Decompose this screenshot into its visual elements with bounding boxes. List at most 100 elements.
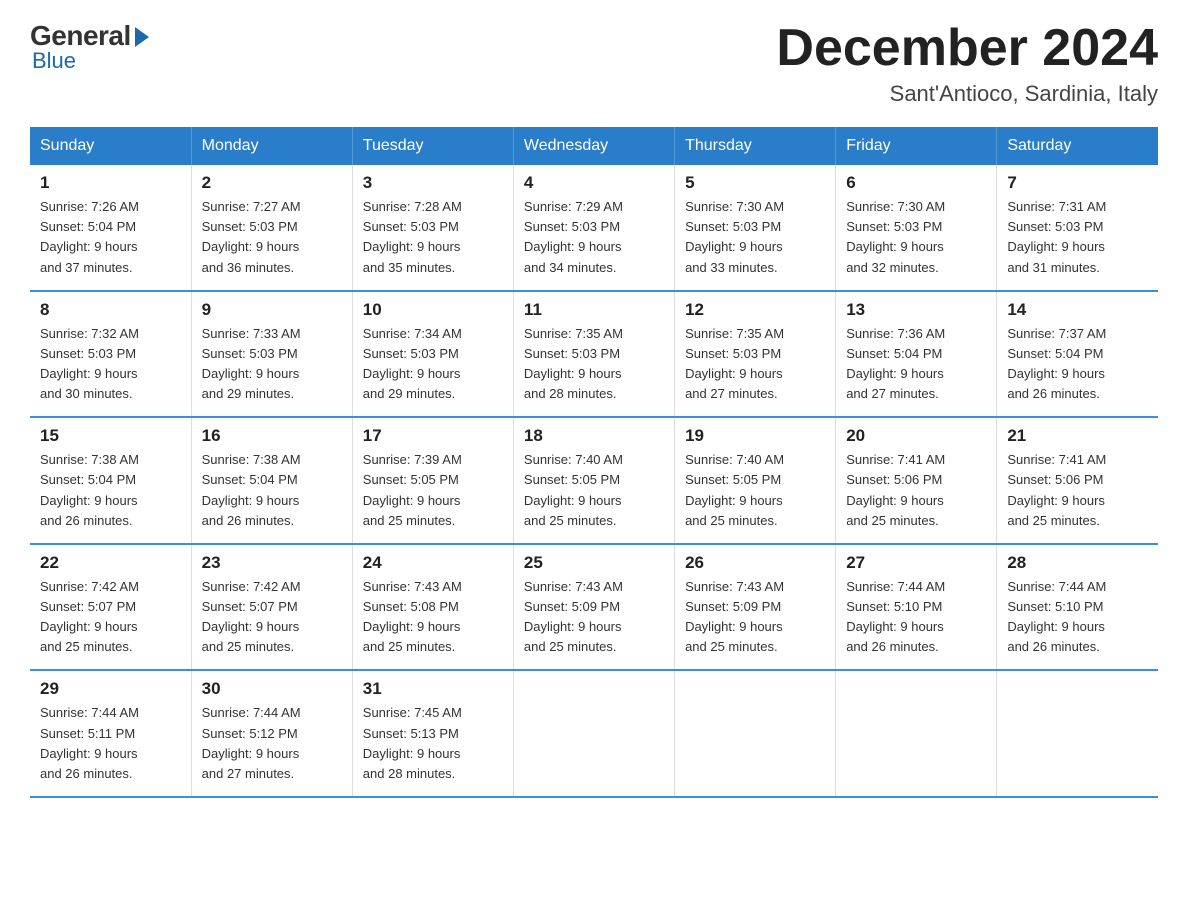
header-tuesday: Tuesday xyxy=(352,127,513,165)
calendar-cell: 28 Sunrise: 7:44 AMSunset: 5:10 PMDaylig… xyxy=(997,544,1158,671)
calendar-cell xyxy=(513,670,674,797)
logo-arrow-icon xyxy=(135,27,149,47)
day-info: Sunrise: 7:37 AMSunset: 5:04 PMDaylight:… xyxy=(1007,324,1148,405)
calendar-week-row: 29 Sunrise: 7:44 AMSunset: 5:11 PMDaylig… xyxy=(30,670,1158,797)
calendar-cell: 27 Sunrise: 7:44 AMSunset: 5:10 PMDaylig… xyxy=(836,544,997,671)
logo-blue-text: Blue xyxy=(32,48,76,74)
day-info: Sunrise: 7:42 AMSunset: 5:07 PMDaylight:… xyxy=(40,577,181,658)
day-number: 6 xyxy=(846,173,986,193)
day-number: 5 xyxy=(685,173,825,193)
day-number: 30 xyxy=(202,679,342,699)
calendar-cell: 12 Sunrise: 7:35 AMSunset: 5:03 PMDaylig… xyxy=(675,291,836,418)
day-info: Sunrise: 7:41 AMSunset: 5:06 PMDaylight:… xyxy=(1007,450,1148,531)
day-number: 9 xyxy=(202,300,342,320)
calendar-cell: 24 Sunrise: 7:43 AMSunset: 5:08 PMDaylig… xyxy=(352,544,513,671)
day-number: 24 xyxy=(363,553,503,573)
calendar-cell: 15 Sunrise: 7:38 AMSunset: 5:04 PMDaylig… xyxy=(30,417,191,544)
day-number: 25 xyxy=(524,553,664,573)
day-info: Sunrise: 7:28 AMSunset: 5:03 PMDaylight:… xyxy=(363,197,503,278)
day-number: 27 xyxy=(846,553,986,573)
calendar-week-row: 15 Sunrise: 7:38 AMSunset: 5:04 PMDaylig… xyxy=(30,417,1158,544)
calendar-cell: 13 Sunrise: 7:36 AMSunset: 5:04 PMDaylig… xyxy=(836,291,997,418)
day-number: 26 xyxy=(685,553,825,573)
day-info: Sunrise: 7:45 AMSunset: 5:13 PMDaylight:… xyxy=(363,703,503,784)
calendar-cell xyxy=(675,670,836,797)
calendar-cell: 18 Sunrise: 7:40 AMSunset: 5:05 PMDaylig… xyxy=(513,417,674,544)
calendar-header: Sunday Monday Tuesday Wednesday Thursday… xyxy=(30,127,1158,165)
calendar-week-row: 22 Sunrise: 7:42 AMSunset: 5:07 PMDaylig… xyxy=(30,544,1158,671)
day-number: 22 xyxy=(40,553,181,573)
calendar-body: 1 Sunrise: 7:26 AMSunset: 5:04 PMDayligh… xyxy=(30,165,1158,797)
header-monday: Monday xyxy=(191,127,352,165)
calendar-cell: 17 Sunrise: 7:39 AMSunset: 5:05 PMDaylig… xyxy=(352,417,513,544)
day-info: Sunrise: 7:44 AMSunset: 5:10 PMDaylight:… xyxy=(846,577,986,658)
calendar-week-row: 1 Sunrise: 7:26 AMSunset: 5:04 PMDayligh… xyxy=(30,165,1158,291)
day-info: Sunrise: 7:43 AMSunset: 5:08 PMDaylight:… xyxy=(363,577,503,658)
day-number: 15 xyxy=(40,426,181,446)
calendar-cell: 23 Sunrise: 7:42 AMSunset: 5:07 PMDaylig… xyxy=(191,544,352,671)
day-number: 10 xyxy=(363,300,503,320)
day-number: 23 xyxy=(202,553,342,573)
day-number: 4 xyxy=(524,173,664,193)
day-number: 28 xyxy=(1007,553,1148,573)
calendar-cell: 9 Sunrise: 7:33 AMSunset: 5:03 PMDayligh… xyxy=(191,291,352,418)
day-info: Sunrise: 7:27 AMSunset: 5:03 PMDaylight:… xyxy=(202,197,342,278)
day-info: Sunrise: 7:26 AMSunset: 5:04 PMDaylight:… xyxy=(40,197,181,278)
day-info: Sunrise: 7:43 AMSunset: 5:09 PMDaylight:… xyxy=(524,577,664,658)
day-info: Sunrise: 7:44 AMSunset: 5:10 PMDaylight:… xyxy=(1007,577,1148,658)
day-number: 31 xyxy=(363,679,503,699)
day-number: 17 xyxy=(363,426,503,446)
calendar-cell: 14 Sunrise: 7:37 AMSunset: 5:04 PMDaylig… xyxy=(997,291,1158,418)
header-friday: Friday xyxy=(836,127,997,165)
title-section: December 2024 Sant'Antioco, Sardinia, It… xyxy=(776,20,1158,107)
calendar-week-row: 8 Sunrise: 7:32 AMSunset: 5:03 PMDayligh… xyxy=(30,291,1158,418)
day-info: Sunrise: 7:44 AMSunset: 5:12 PMDaylight:… xyxy=(202,703,342,784)
day-number: 14 xyxy=(1007,300,1148,320)
day-info: Sunrise: 7:38 AMSunset: 5:04 PMDaylight:… xyxy=(202,450,342,531)
day-info: Sunrise: 7:30 AMSunset: 5:03 PMDaylight:… xyxy=(685,197,825,278)
day-number: 29 xyxy=(40,679,181,699)
calendar-cell: 20 Sunrise: 7:41 AMSunset: 5:06 PMDaylig… xyxy=(836,417,997,544)
day-info: Sunrise: 7:32 AMSunset: 5:03 PMDaylight:… xyxy=(40,324,181,405)
day-info: Sunrise: 7:30 AMSunset: 5:03 PMDaylight:… xyxy=(846,197,986,278)
day-info: Sunrise: 7:40 AMSunset: 5:05 PMDaylight:… xyxy=(685,450,825,531)
day-number: 7 xyxy=(1007,173,1148,193)
calendar-cell: 29 Sunrise: 7:44 AMSunset: 5:11 PMDaylig… xyxy=(30,670,191,797)
calendar-cell: 19 Sunrise: 7:40 AMSunset: 5:05 PMDaylig… xyxy=(675,417,836,544)
calendar-cell: 31 Sunrise: 7:45 AMSunset: 5:13 PMDaylig… xyxy=(352,670,513,797)
location-subtitle: Sant'Antioco, Sardinia, Italy xyxy=(776,81,1158,107)
day-info: Sunrise: 7:42 AMSunset: 5:07 PMDaylight:… xyxy=(202,577,342,658)
calendar-cell: 26 Sunrise: 7:43 AMSunset: 5:09 PMDaylig… xyxy=(675,544,836,671)
day-info: Sunrise: 7:35 AMSunset: 5:03 PMDaylight:… xyxy=(685,324,825,405)
month-year-title: December 2024 xyxy=(776,20,1158,77)
day-number: 11 xyxy=(524,300,664,320)
calendar-cell: 2 Sunrise: 7:27 AMSunset: 5:03 PMDayligh… xyxy=(191,165,352,291)
header-thursday: Thursday xyxy=(675,127,836,165)
day-number: 8 xyxy=(40,300,181,320)
calendar-cell: 30 Sunrise: 7:44 AMSunset: 5:12 PMDaylig… xyxy=(191,670,352,797)
calendar-cell: 4 Sunrise: 7:29 AMSunset: 5:03 PMDayligh… xyxy=(513,165,674,291)
header-saturday: Saturday xyxy=(997,127,1158,165)
calendar-cell xyxy=(836,670,997,797)
day-info: Sunrise: 7:31 AMSunset: 5:03 PMDaylight:… xyxy=(1007,197,1148,278)
day-info: Sunrise: 7:36 AMSunset: 5:04 PMDaylight:… xyxy=(846,324,986,405)
day-number: 16 xyxy=(202,426,342,446)
day-info: Sunrise: 7:41 AMSunset: 5:06 PMDaylight:… xyxy=(846,450,986,531)
day-number: 21 xyxy=(1007,426,1148,446)
calendar-cell xyxy=(997,670,1158,797)
calendar-cell: 22 Sunrise: 7:42 AMSunset: 5:07 PMDaylig… xyxy=(30,544,191,671)
day-info: Sunrise: 7:44 AMSunset: 5:11 PMDaylight:… xyxy=(40,703,181,784)
day-info: Sunrise: 7:35 AMSunset: 5:03 PMDaylight:… xyxy=(524,324,664,405)
header-wednesday: Wednesday xyxy=(513,127,674,165)
calendar-cell: 16 Sunrise: 7:38 AMSunset: 5:04 PMDaylig… xyxy=(191,417,352,544)
calendar-cell: 10 Sunrise: 7:34 AMSunset: 5:03 PMDaylig… xyxy=(352,291,513,418)
day-number: 12 xyxy=(685,300,825,320)
day-number: 2 xyxy=(202,173,342,193)
header-sunday: Sunday xyxy=(30,127,191,165)
calendar-cell: 11 Sunrise: 7:35 AMSunset: 5:03 PMDaylig… xyxy=(513,291,674,418)
day-number: 3 xyxy=(363,173,503,193)
day-number: 20 xyxy=(846,426,986,446)
day-number: 19 xyxy=(685,426,825,446)
logo: General Blue xyxy=(30,20,149,74)
calendar-table: Sunday Monday Tuesday Wednesday Thursday… xyxy=(30,127,1158,798)
